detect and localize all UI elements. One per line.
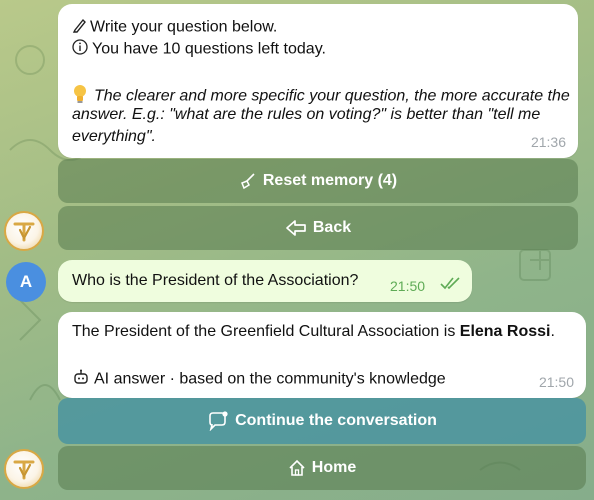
answer-text-end: . xyxy=(550,323,555,340)
user-message-time: 21:50 xyxy=(390,278,426,294)
instruction-text-1: Write your question below. xyxy=(90,18,278,36)
reset-memory-label: Reset memory (4) xyxy=(262,172,398,189)
home-button[interactable]: Home xyxy=(58,446,586,490)
chat-bubble-icon xyxy=(207,411,229,431)
user-message: Who is the President of the Association?… xyxy=(58,260,472,302)
bot-avatar-2[interactable] xyxy=(4,449,44,489)
continue-label: Continue the conversation xyxy=(235,412,437,429)
home-icon xyxy=(288,459,306,477)
instruction-line-2: You have 10 questions left today. xyxy=(72,39,326,60)
continue-conversation-button[interactable]: Continue the conversation xyxy=(58,398,586,444)
bot-logo-icon xyxy=(13,222,35,242)
back-label: Back xyxy=(312,219,352,236)
questions-left-text: You have 10 questions left today. xyxy=(92,40,326,58)
president-name: Elena Rossi xyxy=(459,323,551,340)
answer-text-start: The President of the Greenfield Cultural… xyxy=(72,323,460,340)
back-arrow-icon xyxy=(285,219,307,237)
ai-answer-footer: AI answer · based on the community's kno… xyxy=(72,368,446,391)
instruction-line-1: Write your question below. xyxy=(72,17,277,38)
bot-message-answer: The President of the Greenfield Cultural… xyxy=(58,312,586,398)
pencil-icon xyxy=(72,17,90,38)
message-time: 21:36 xyxy=(530,134,566,150)
bot-logo-icon xyxy=(13,460,35,480)
answer-time: 21:50 xyxy=(538,374,574,390)
tip-text-1: The clearer and more specific your quest… xyxy=(94,87,570,105)
back-button[interactable]: Back xyxy=(58,206,578,250)
answer-text: The President of the Greenfield Cultural… xyxy=(72,323,555,341)
reset-memory-button[interactable]: Reset memory (4) xyxy=(58,159,578,203)
broom-icon xyxy=(239,172,257,190)
user-avatar[interactable]: A xyxy=(6,262,46,302)
home-label: Home xyxy=(311,459,357,476)
tip-text-2: answer. E.g.: "what are the rules on vot… xyxy=(72,106,541,123)
robot-icon xyxy=(72,368,94,391)
ai-answer-text: AI answer · based on the community's kno… xyxy=(94,370,446,388)
bot-avatar[interactable] xyxy=(4,211,44,251)
bot-message-instructions: Write your question below. You have 10 q… xyxy=(58,4,578,158)
read-checks-icon xyxy=(440,276,462,295)
user-message-text: Who is the President of the Association? xyxy=(72,272,359,289)
info-icon xyxy=(72,39,92,60)
tip-text-3: everything". xyxy=(72,128,156,145)
user-avatar-letter: A xyxy=(19,272,33,291)
